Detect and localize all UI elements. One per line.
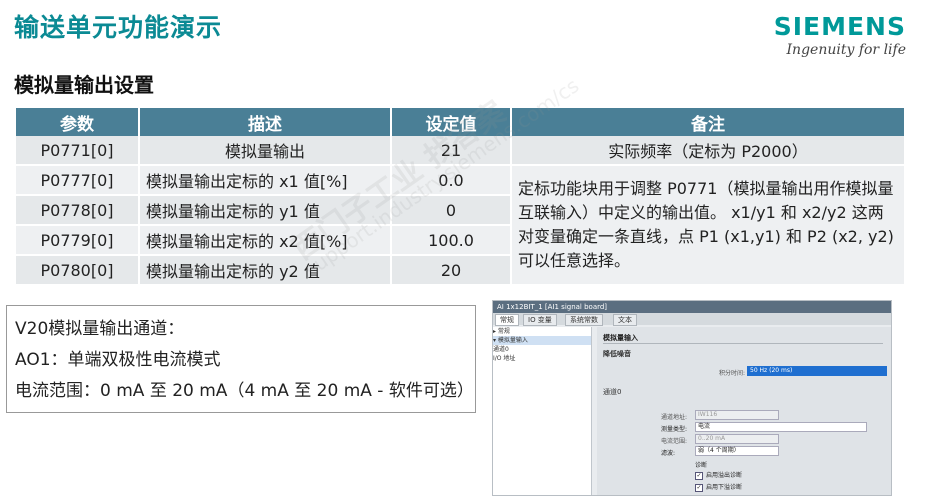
value-cell: 0 <box>392 196 510 226</box>
infobox-line: AO1：单端双极性电流模式 <box>15 350 221 370</box>
tree-item-analog-input[interactable]: ▾ 模拟量输入 <box>493 336 591 345</box>
meas-type-select[interactable]: 电流 <box>695 422 867 432</box>
tab-system-constants[interactable]: 系统常数 <box>565 314 603 326</box>
page-title: 输送单元功能演示 <box>14 13 223 42</box>
nav-tree: ▸ 常规 ▾ 模拟量输入 通道0 I/O 地址 <box>493 327 592 495</box>
range-field: 0..20 mA <box>695 434 779 444</box>
desc-cell: 模拟量输出 <box>140 136 390 166</box>
tree-item-io-address[interactable]: I/O 地址 <box>493 354 591 363</box>
tab-io-tags[interactable]: IO 变量 <box>523 314 557 326</box>
desc-cell: 模拟量输出定标的 y2 值 <box>140 256 390 286</box>
ao-channel-infobox: V20模拟量输出通道： AO1：单端双极性电流模式 电流范围：0 mA 至 20… <box>6 305 476 413</box>
integration-select[interactable]: 50 Hz (20 ms) <box>747 366 887 376</box>
logo-tagline: Ingenuity for life <box>786 42 906 58</box>
checkbox-checked-icon[interactable]: ✓ <box>695 471 703 480</box>
logo-brand: SIEMENS <box>773 12 906 41</box>
infobox-line: 电流范围：0 mA 至 20 mA（4 mA 至 20 mA - 软件可选） <box>15 381 474 401</box>
value-cell: 21 <box>392 136 510 166</box>
table-row: P0771[0] 模拟量输出 21 实际频率（定标为 P2000） <box>16 136 904 166</box>
note-cell: 实际频率（定标为 P2000） <box>512 136 904 166</box>
param-cell: P0778[0] <box>16 196 138 226</box>
col-header-desc: 描述 <box>140 108 390 136</box>
properties-panel: 模拟量输入 降低噪音 积分时间: 50 Hz (20 ms) 通道0 通道地址:… <box>597 327 891 495</box>
param-cell: P0771[0] <box>16 136 138 166</box>
table-header-row: 参数 描述 设定值 备注 <box>16 108 904 136</box>
tree-item-general[interactable]: ▸ 常规 <box>493 327 591 336</box>
check-label: 启用溢出诊断 <box>706 472 743 479</box>
infobox-line: V20模拟量输出通道： <box>15 319 185 339</box>
param-cell: P0780[0] <box>16 256 138 286</box>
tab-general[interactable]: 常规 <box>495 314 519 326</box>
integration-label: 积分时间: <box>719 370 746 377</box>
col-header-param: 参数 <box>16 108 138 136</box>
channel-addr-field: IW116 <box>695 410 779 420</box>
desc-cell: 模拟量输出定标的 x1 值[%] <box>140 166 390 196</box>
tia-config-screenshot: AI 1x12BIT_1 [AI1 signal board] 常规 IO 变量… <box>492 300 892 496</box>
meas-type-label: 测量类型: <box>661 426 688 433</box>
section-subtitle: 模拟量输出设置 <box>14 73 154 97</box>
channel-addr-label: 通道地址: <box>661 414 688 421</box>
window-title: AI 1x12BIT_1 [AI1 signal board] <box>493 301 891 313</box>
section-noise-reduction: 降低噪音 <box>603 350 631 358</box>
value-cell: 20 <box>392 256 510 286</box>
underflow-diag-check[interactable]: ✓ 启用下溢诊断 <box>695 482 742 492</box>
note-cell-merged: 定标功能块用于调整 P0771（模拟量输出用作模拟量互联输入）中定义的输出值。 … <box>512 166 904 286</box>
param-cell: P0777[0] <box>16 166 138 196</box>
tree-item-channel0[interactable]: 通道0 <box>493 345 591 354</box>
smoothing-select[interactable]: 弱（4 个周期） <box>695 446 779 456</box>
check-label: 启用下溢诊断 <box>706 484 743 491</box>
parameter-table: 参数 描述 设定值 备注 P0771[0] 模拟量输出 21 实际频率（定标为 … <box>14 108 906 286</box>
siemens-logo: SIEMENS Ingenuity for life <box>773 12 906 59</box>
tab-bar: 常规 IO 变量 系统常数 文本 <box>493 313 891 326</box>
overflow-diag-check[interactable]: ✓ 启用溢出诊断 <box>695 470 742 480</box>
smoothing-label: 滤波: <box>661 450 676 457</box>
tab-texts[interactable]: 文本 <box>613 314 637 326</box>
col-header-note: 备注 <box>512 108 904 136</box>
section-channel0: 通道0 <box>603 388 622 396</box>
section-analog-input: 模拟量输入 <box>603 333 883 344</box>
value-cell: 0.0 <box>392 166 510 196</box>
col-header-value: 设定值 <box>392 108 510 136</box>
param-cell: P0779[0] <box>16 226 138 256</box>
value-cell: 100.0 <box>392 226 510 256</box>
checkbox-checked-icon[interactable]: ✓ <box>695 483 703 492</box>
table-row: P0777[0] 模拟量输出定标的 x1 值[%] 0.0 定标功能块用于调整 … <box>16 166 904 286</box>
desc-cell: 模拟量输出定标的 y1 值 <box>140 196 390 226</box>
range-label: 电流范围: <box>661 438 688 445</box>
diagnostics-label: 诊断 <box>695 462 708 469</box>
desc-cell: 模拟量输出定标的 x2 值[%] <box>140 226 390 256</box>
